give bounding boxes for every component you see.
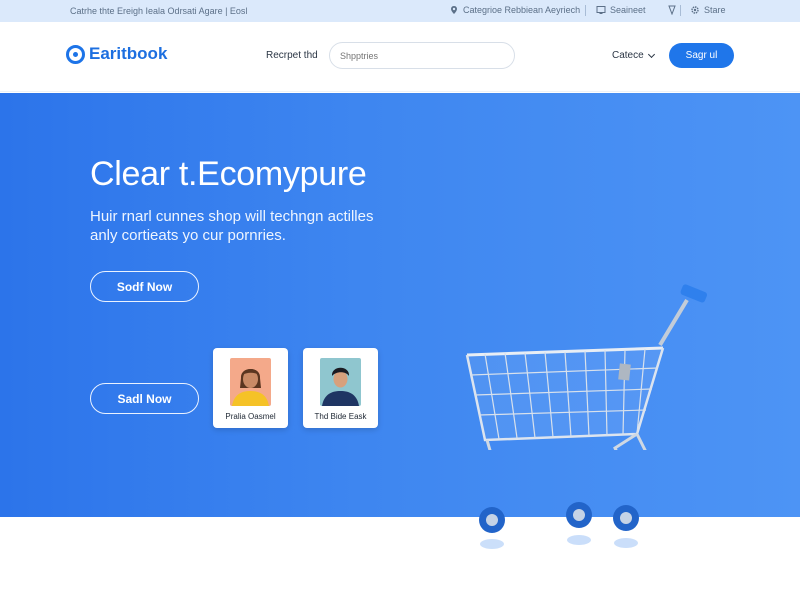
categories-link[interactable]: Categrioe Rebbiean Aeyriech: [449, 5, 580, 15]
hero-title: Clear t.Ecomypure: [90, 155, 367, 193]
divider: [680, 5, 681, 16]
hero-floor: [0, 517, 800, 600]
person-avatar-yellow: [230, 358, 271, 406]
monitor-icon: [596, 6, 606, 14]
logo-text: Earitbook: [89, 44, 168, 63]
account-link[interactable]: Seaineet: [596, 5, 646, 15]
person-avatar-navy: [320, 358, 361, 406]
shop-now-secondary-button[interactable]: Sadl Now: [90, 383, 199, 414]
site-header: Earitbook Recrpet thd Catece Sagr ul: [0, 22, 800, 92]
store-link[interactable]: Stare: [690, 5, 726, 15]
sign-up-button[interactable]: Sagr ul: [669, 43, 734, 68]
chevron-down-icon: [647, 50, 655, 58]
language-label: Catece: [612, 50, 644, 61]
categories-label: Categrioe Rebbiean Aeyriech: [463, 5, 581, 15]
language-dropdown[interactable]: Catece: [612, 50, 655, 61]
favorites-link[interactable]: [667, 5, 677, 15]
hero-subtitle-line: anly cortieats yo cur pornries.: [90, 227, 286, 244]
shopping-cart-icon: [465, 284, 708, 450]
profile-card[interactable]: Thd Bide Eask: [303, 348, 378, 428]
cart-wheels-icon: [479, 502, 639, 549]
hero-subtitle-line: Huir rnarl cunnes shop will techngn acti…: [90, 208, 374, 225]
profile-card[interactable]: Pralia Oasmel: [213, 348, 288, 428]
topbar-tagline: Catrhe thte Ereigh Ieala Odrsati Agare |…: [70, 6, 248, 16]
tag-icon: [668, 5, 676, 15]
profile-card-label: Pralia Oasmel: [225, 412, 276, 421]
profile-card-label: Thd Bide Eask: [314, 412, 367, 421]
logo-icon: [66, 44, 85, 64]
account-label: Seaineet: [610, 5, 646, 15]
nav-link[interactable]: Recrpet thd: [266, 50, 318, 61]
brand-logo[interactable]: Earitbook: [66, 44, 167, 64]
shop-now-button[interactable]: Sodf Now: [90, 271, 199, 302]
hero-subtitle: Huir rnarl cunnes shop will techngn acti…: [90, 207, 410, 245]
store-label: Stare: [704, 5, 726, 15]
search-input[interactable]: [329, 42, 515, 69]
gear-icon: [691, 6, 699, 14]
pin-icon: [451, 6, 457, 14]
divider: [585, 5, 586, 16]
top-utility-bar: Catrhe thte Ereigh Ieala Odrsati Agare |…: [0, 0, 800, 22]
